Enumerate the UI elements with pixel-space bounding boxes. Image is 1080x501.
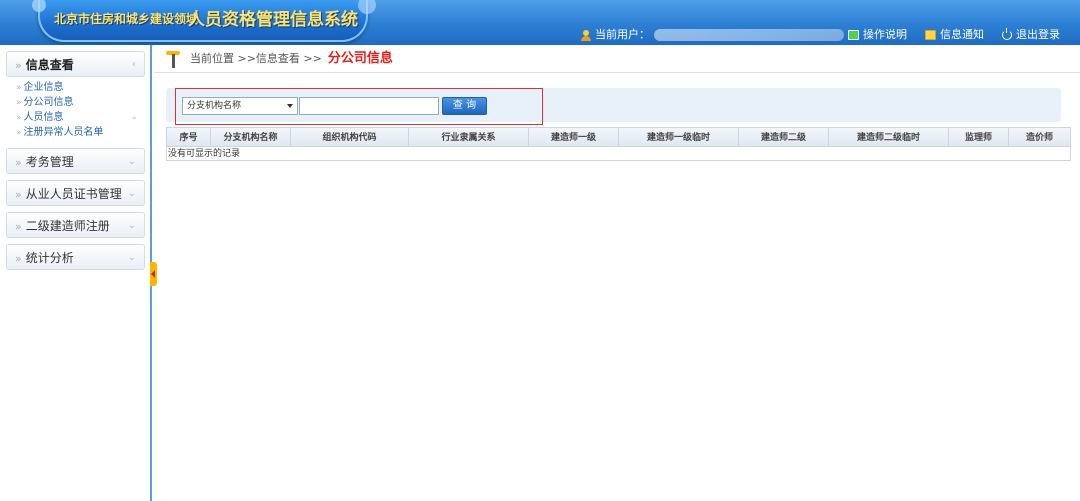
sidebar-item-company-info[interactable]: » 企业信息 xyxy=(16,80,150,95)
sidebar-section-label: 统计分析 xyxy=(25,251,74,265)
logout-link-label: 退出登录 xyxy=(1016,28,1060,41)
chevron-down-icon: ⌄ xyxy=(130,112,138,122)
column-header[interactable]: 监理师 xyxy=(949,128,1009,146)
sidebar-section-certificate-management[interactable]: » 从业人员证书管理 ⌄ xyxy=(6,180,145,206)
breadcrumb-path: 当前位置 >>信息查看 >> xyxy=(190,51,322,65)
chevron-down-icon: ⌄ xyxy=(127,156,136,167)
chevron-down-icon: ⌄ xyxy=(127,252,136,263)
user-icon xyxy=(580,29,592,41)
sidebar-section-statistics[interactable]: » 统计分析 ⌄ xyxy=(6,244,145,270)
column-header[interactable]: 分支机构名称 xyxy=(211,128,291,146)
sidebar-section-info-view[interactable]: » 信息查看 ‹ xyxy=(6,51,145,77)
sidebar-subitems: » 企业信息 » 分公司信息 » 人员信息 ⌄ » 注册异常人员名单 xyxy=(0,77,150,142)
current-user-label: 当前用户： xyxy=(595,28,650,41)
sidebar: » 信息查看 ‹ » 企业信息 » 分公司信息 » 人员信息 ⌄ » 注册异常人员名单 »… xyxy=(0,45,152,501)
column-header[interactable]: 造价师 xyxy=(1009,128,1070,146)
sidebar-section-label: 二级建造师注册 xyxy=(25,219,110,233)
search-input[interactable] xyxy=(299,97,439,115)
power-icon xyxy=(1002,28,1012,40)
column-header[interactable]: 建造师一级 xyxy=(529,128,619,146)
breadcrumb: 当前位置 >>信息查看 >> 分公司信息 xyxy=(154,45,1080,73)
branch-table: 序号 分支机构名称 组织机构代码 行业隶属关系 建造师一级 建造师一级临时 建造… xyxy=(166,127,1071,161)
table-empty-message: 没有可显示的记录 xyxy=(166,147,1071,161)
double-chevron-icon: » xyxy=(16,98,22,108)
column-header[interactable]: 建造师二级 xyxy=(739,128,829,146)
mail-icon xyxy=(925,30,936,40)
sidebar-item-abnormal-registration[interactable]: » 注册异常人员名单 xyxy=(16,125,150,140)
sidebar-item-personnel-info[interactable]: » 人员信息 ⌄ xyxy=(16,110,150,125)
header-nav: 操作说明 信息通知 退出登录 xyxy=(848,26,1060,44)
app-logo: 北京市住房和城乡建设领域 人员资格管理信息系统 xyxy=(32,0,376,42)
double-chevron-icon: » xyxy=(15,188,22,201)
help-icon xyxy=(848,30,859,40)
double-chevron-icon: » xyxy=(15,156,22,169)
sidebar-item-label: 分公司信息 xyxy=(23,97,74,108)
chevron-left-icon: ‹ xyxy=(132,59,136,70)
double-chevron-icon: » xyxy=(16,128,22,138)
signpost-icon xyxy=(166,49,182,69)
column-header[interactable]: 建造师一级临时 xyxy=(619,128,739,146)
double-chevron-icon: » xyxy=(15,220,22,233)
help-link-label: 操作说明 xyxy=(863,28,907,41)
sidebar-section-label: 考务管理 xyxy=(25,155,74,169)
sidebar-section-constructor-registration[interactable]: » 二级建造师注册 ⌄ xyxy=(6,212,145,238)
sidebar-section-label: 从业人员证书管理 xyxy=(25,187,122,201)
table-header: 序号 分支机构名称 组织机构代码 行业隶属关系 建造师一级 建造师一级临时 建造… xyxy=(166,127,1071,147)
column-header[interactable]: 组织机构代码 xyxy=(291,128,409,146)
chevron-down-icon: ⌄ xyxy=(127,188,136,199)
caret-down-icon xyxy=(287,104,293,108)
sidebar-item-branch-info[interactable]: » 分公司信息 xyxy=(16,95,150,110)
page-title: 分公司信息 xyxy=(327,50,393,66)
app-header: 北京市住房和城乡建设领域 人员资格管理信息系统 当前用户： 操作说明 信息通知 … xyxy=(0,0,1080,45)
help-link[interactable]: 操作说明 xyxy=(848,26,907,44)
search-button[interactable]: 查 询 xyxy=(442,97,487,115)
column-header[interactable]: 建造师二级临时 xyxy=(829,128,949,146)
current-user: 当前用户： xyxy=(580,26,844,44)
double-chevron-icon: » xyxy=(15,59,22,72)
sidebar-item-label: 注册异常人员名单 xyxy=(23,127,104,138)
sidebar-section-exam-management[interactable]: » 考务管理 ⌄ xyxy=(6,148,145,174)
double-chevron-icon: » xyxy=(16,113,22,123)
sidebar-section-label: 信息查看 xyxy=(25,58,74,72)
column-header[interactable]: 行业隶属关系 xyxy=(409,128,529,146)
double-chevron-icon: » xyxy=(16,83,22,93)
search-field-select-value: 分支机构名称 xyxy=(187,101,242,111)
notification-link[interactable]: 信息通知 xyxy=(925,26,984,44)
logo-system-name: 人员资格管理信息系统 xyxy=(188,10,358,30)
logo-org-name: 北京市住房和城乡建设领域 xyxy=(54,12,199,26)
current-user-name-redacted xyxy=(654,29,844,41)
notification-link-label: 信息通知 xyxy=(940,28,984,41)
chevron-down-icon: ⌄ xyxy=(127,220,136,231)
column-header[interactable]: 序号 xyxy=(167,128,211,146)
sidebar-item-label: 企业信息 xyxy=(23,82,64,93)
double-chevron-icon: » xyxy=(15,252,22,265)
search-field-select[interactable]: 分支机构名称 xyxy=(182,97,298,115)
logout-link[interactable]: 退出登录 xyxy=(1002,26,1060,44)
sidebar-item-label: 人员信息 xyxy=(23,112,64,123)
main-content: 当前位置 >>信息查看 >> 分公司信息 分支机构名称 查 询 序号 分支机构名… xyxy=(154,45,1080,501)
